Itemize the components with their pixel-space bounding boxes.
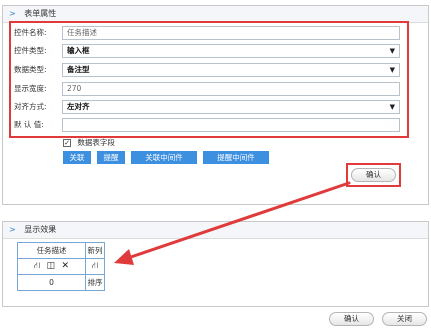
- control-name-row: 控件名称: 任务描述: [14, 26, 400, 40]
- chevron-right-icon: >: [9, 9, 16, 18]
- icon-cell: ⛙ ◫ ✕: [17, 258, 86, 275]
- chevron-right-icon: >: [9, 225, 16, 234]
- hierarchy-icon[interactable]: ⛙: [34, 261, 40, 272]
- table-row: ⛙ ◫ ✕ ⛙: [17, 258, 105, 275]
- link-middleware-button[interactable]: 关联中间件: [131, 151, 197, 164]
- control-type-select[interactable]: 输入框 ▼: [62, 44, 400, 58]
- form-properties-title: 表单属性: [24, 9, 57, 18]
- alignment-row: 对齐方式: 左对齐 ▼: [14, 100, 400, 114]
- sort-label-cell: 排序: [85, 274, 105, 291]
- data-type-select[interactable]: 备注型 ▼: [62, 63, 400, 77]
- remind-button[interactable]: 提醒: [97, 151, 125, 164]
- edit-window-icon[interactable]: ◫: [47, 261, 56, 271]
- display-width-label: 显示宽度:: [14, 84, 47, 93]
- caret-down-icon: ▼: [389, 103, 395, 111]
- icon-cell: ⛙: [85, 258, 105, 275]
- table-row: 任务描述 新列: [17, 242, 105, 259]
- data-type-value: 备注型: [67, 65, 90, 74]
- control-type-row: 控件类型: 输入框 ▼: [14, 44, 400, 58]
- preview-table: 任务描述 新列 ⛙ ◫ ✕ ⛙ 0 排序: [17, 242, 105, 291]
- alignment-value: 左对齐: [67, 102, 90, 111]
- caret-down-icon: ▼: [389, 66, 395, 74]
- close-icon[interactable]: ✕: [62, 261, 70, 271]
- default-value-label: 默 认 值:: [14, 120, 44, 129]
- hierarchy-icon[interactable]: ⛙: [92, 261, 98, 272]
- table-row: 0 排序: [17, 274, 105, 291]
- data-type-row: 数据类型: 备注型 ▼: [14, 63, 400, 77]
- data-field-checkbox-row[interactable]: ✓ 数据表字段: [63, 138, 115, 148]
- confirm-button[interactable]: 确认: [329, 312, 374, 326]
- checkbox-checked-icon[interactable]: ✓: [63, 139, 71, 147]
- preview-title: 显示效果: [24, 225, 57, 234]
- alignment-select[interactable]: 左对齐 ▼: [62, 100, 400, 114]
- header-cell-task[interactable]: 任务描述: [17, 242, 86, 259]
- sort-value-cell[interactable]: 0: [17, 274, 86, 291]
- form-confirm-button[interactable]: 确认: [351, 168, 396, 182]
- preview-header: > 显示效果: [3, 222, 428, 239]
- remind-middleware-button[interactable]: 提醒中间件: [203, 151, 269, 164]
- display-width-row: 显示宽度: 270: [14, 82, 400, 96]
- display-width-input[interactable]: 270: [62, 82, 400, 96]
- data-field-checkbox-label: 数据表字段: [77, 138, 115, 147]
- default-value-input[interactable]: [62, 118, 400, 132]
- control-name-label: 控件名称:: [14, 28, 47, 37]
- default-value-row: 默 认 值:: [14, 118, 400, 132]
- close-button[interactable]: 关闭: [382, 312, 427, 326]
- caret-down-icon: ▼: [389, 47, 395, 55]
- link-button[interactable]: 关联: [63, 151, 91, 164]
- control-name-input[interactable]: 任务描述: [62, 26, 400, 40]
- new-column-cell[interactable]: 新列: [85, 242, 105, 259]
- control-type-value: 输入框: [67, 46, 90, 55]
- alignment-label: 对齐方式:: [14, 102, 47, 111]
- data-type-label: 数据类型:: [14, 65, 47, 74]
- control-type-label: 控件类型:: [14, 46, 47, 55]
